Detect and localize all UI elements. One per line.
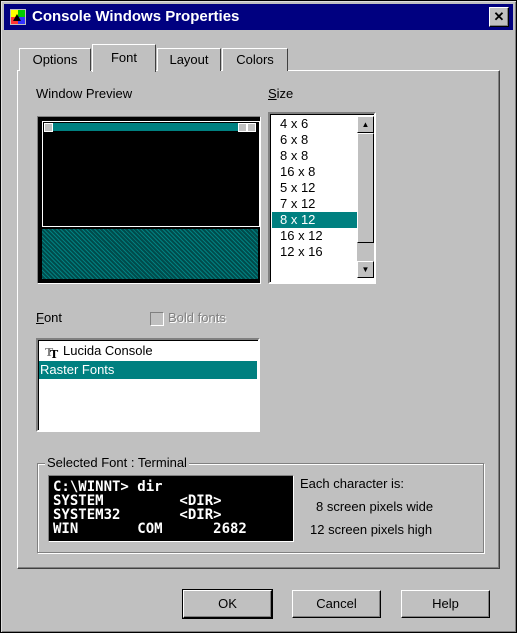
close-icon: ✕ [493, 9, 505, 24]
tab-layout[interactable]: Layout [157, 48, 221, 71]
preview-title-bar [44, 123, 256, 131]
size-listbox[interactable]: 4 x 6 6 x 8 8 x 8 16 x 8 5 x 12 7 x 12 8… [268, 112, 376, 284]
title-bar[interactable]: Console Windows Properties ✕ [4, 4, 513, 30]
size-item[interactable]: 7 x 12 [272, 196, 362, 212]
preview-console-window [42, 121, 260, 227]
tab-options[interactable]: Options [19, 48, 91, 71]
bold-fonts-label: Bold fonts [168, 310, 226, 325]
console-app-icon [10, 9, 26, 25]
size-item[interactable]: 5 x 12 [272, 180, 362, 196]
sample-line: SYSTEM32 <DIR> [53, 507, 222, 523]
font-listbox[interactable]: T T Lucida Console Raster Fonts [36, 338, 260, 432]
font-item-label: Lucida Console [63, 343, 153, 358]
size-item[interactable]: 6 x 8 [272, 132, 362, 148]
preview-minimize-icon [238, 123, 247, 132]
font-item-raster-fonts[interactable]: Raster Fonts [39, 361, 257, 379]
font-label: Font [36, 310, 63, 325]
size-label: Size [268, 86, 294, 101]
cancel-button[interactable]: Cancel [292, 590, 381, 618]
tab-layout-label: Layout [169, 52, 209, 67]
size-item[interactable]: 8 x 8 [272, 148, 362, 164]
sample-line: SYSTEM <DIR> [53, 493, 222, 509]
scroll-thumb[interactable] [357, 133, 374, 243]
bold-fonts-checkbox[interactable] [150, 312, 164, 326]
size-scrollbar[interactable]: ▲ ▼ [357, 116, 374, 278]
size-item[interactable]: 4 x 6 [272, 116, 362, 132]
tab-options-label: Options [32, 52, 78, 67]
preview-close-icon [247, 123, 256, 132]
help-button[interactable]: Help [401, 590, 490, 618]
tab-font[interactable]: Font [92, 44, 156, 72]
size-item[interactable]: 16 x 8 [272, 164, 362, 180]
ok-button[interactable]: OK [182, 589, 273, 619]
tab-font-label: Font [110, 50, 137, 65]
scroll-up-button[interactable]: ▲ [357, 116, 374, 133]
char-info-title: Each character is: [300, 476, 405, 491]
font-sample-preview: C:\WINNT> dir SYSTEM <DIR> SYSTEM32 <DIR… [48, 475, 294, 542]
svg-text:T: T [50, 348, 59, 359]
size-item-selected[interactable]: 8 x 12 [272, 212, 362, 228]
window-preview [37, 116, 261, 284]
char-height-text: 12 screen pixels high [310, 522, 433, 537]
preview-menu-icon [44, 123, 53, 132]
size-item[interactable]: 12 x 16 [272, 244, 362, 260]
font-item-lucida-console[interactable]: T T Lucida Console [39, 342, 257, 360]
font-item-label: Raster Fonts [40, 362, 115, 377]
size-item[interactable]: 16 x 12 [272, 228, 362, 244]
close-button[interactable]: ✕ [489, 7, 509, 27]
sample-line: C:\WINNT> dir [53, 479, 163, 495]
sample-line: WIN COM 2682 [53, 521, 247, 537]
scroll-down-button[interactable]: ▼ [357, 261, 374, 278]
arrow-up-icon: ▲ [361, 120, 370, 129]
arrow-down-icon: ▼ [361, 265, 370, 274]
window-title: Console Windows Properties [32, 8, 240, 25]
selected-font-title: Selected Font : Terminal [45, 455, 189, 470]
truetype-icon: T T [45, 346, 59, 359]
preview-desktop [42, 229, 258, 279]
window-preview-label: Window Preview [36, 86, 133, 101]
tab-colors-label: Colors [236, 52, 274, 67]
char-width-text: 8 screen pixels wide [316, 499, 434, 514]
tab-colors[interactable]: Colors [222, 48, 288, 71]
